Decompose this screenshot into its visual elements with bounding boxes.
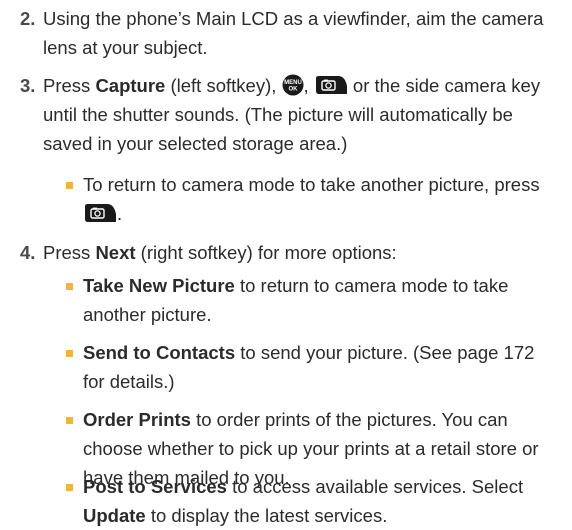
- step-text: Using the phone’s Main LCD as a viewfind…: [43, 8, 544, 58]
- option-title: Send to Contacts: [83, 342, 236, 363]
- menu-ok-key-icon: MENU OK: [282, 74, 304, 96]
- option-desc-2: to display the latest services.: [145, 505, 388, 526]
- option-post-to-services: Post to Services to access available ser…: [66, 472, 556, 530]
- option-title: Order Prints: [83, 409, 191, 430]
- menu-key-text: MENU: [284, 80, 302, 86]
- option-desc: to access available services. Select: [226, 476, 524, 497]
- step-text: Press Capture (left softkey), MENU OK, or…: [43, 71, 553, 158]
- option-title: Post to Services: [83, 476, 227, 497]
- capture-note: (left softkey),: [165, 75, 277, 96]
- step-text: Press Next (right softkey) for more opti…: [43, 242, 397, 263]
- step-number: 3.: [20, 75, 36, 96]
- step-3: 3. Press Capture (left softkey), MENU OK,…: [0, 71, 560, 158]
- bullet-square: [66, 417, 73, 424]
- step-number: 2.: [20, 8, 36, 29]
- option-send-to-contacts: Send to Contacts to send your picture. (…: [66, 338, 556, 396]
- update-label: Update: [83, 505, 146, 526]
- bullet-square: [66, 283, 73, 290]
- comma: ,: [303, 75, 309, 96]
- press-label: Press: [43, 75, 96, 96]
- bullet-square: [66, 182, 73, 189]
- option-take-new-picture: Take New Picture to return to camera mod…: [66, 271, 556, 329]
- next-softkey-label: Next: [95, 242, 136, 263]
- camera-key-icon: [314, 75, 348, 95]
- sub-item-text: To return to camera mode to take another…: [83, 174, 540, 224]
- step-number: 4.: [20, 242, 36, 263]
- camera-key-icon: [83, 203, 117, 223]
- ok-key-text: OK: [288, 87, 298, 93]
- capture-softkey-label: Capture: [95, 75, 166, 96]
- bullet-square: [66, 350, 73, 357]
- step-3-sub-item: To return to camera mode to take another…: [66, 170, 556, 228]
- step-2: 2. Using the phone’s Main LCD as a viewf…: [0, 4, 560, 62]
- option-title: Take New Picture: [83, 275, 235, 296]
- bullet-square: [66, 484, 73, 491]
- manual-page: 2. Using the phone’s Main LCD as a viewf…: [0, 0, 572, 529]
- step-4: 4. Press Next (right softkey) for more o…: [0, 238, 560, 267]
